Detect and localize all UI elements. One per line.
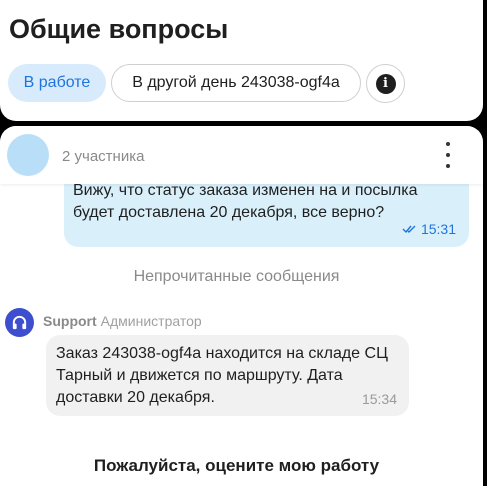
chat-panel: Вижу, что статус заказа изменен на и пос… [0, 126, 483, 486]
page-title: Общие вопросы [9, 14, 229, 44]
sender-name[interactable]: Support [43, 313, 97, 329]
incoming-message: Заказ 243038-ogf4a находится на складе С… [46, 335, 409, 416]
sender-role: Администратор [100, 313, 202, 329]
support-avatar[interactable] [5, 308, 34, 337]
chat-topic-header: Общие вопросы В работе В другой день 243… [0, 0, 483, 121]
outgoing-message-time: 15:31 [420, 221, 456, 237]
double-check-icon [402, 225, 416, 234]
incoming-message-text: Заказ 243038-ogf4a находится на складе С… [56, 345, 388, 406]
support-sender: Support Администратор [43, 313, 202, 329]
headphones-icon [12, 315, 27, 330]
more-vertical-icon-dot [446, 164, 450, 168]
status-chip[interactable]: В работе [8, 64, 106, 102]
rate-prompt: Пожалуйста, оцените мою работу [93, 456, 380, 475]
outgoing-message-meta: 15:31 [402, 221, 456, 237]
order-chip[interactable]: В другой день 243038-ogf4a [111, 64, 361, 102]
chat-header: 2 участника [0, 126, 483, 184]
unread-divider: Непрочитанные сообщения [133, 268, 340, 285]
chat-avatar[interactable] [7, 134, 49, 176]
more-vertical-icon-dot [446, 153, 450, 157]
info-icon: i [375, 73, 396, 94]
incoming-message-time: 15:34 [361, 391, 397, 407]
more-menu-button[interactable] [436, 140, 460, 170]
more-vertical-icon [446, 142, 450, 146]
info-button[interactable]: i [366, 64, 405, 103]
participants-count[interactable]: 2 участника [62, 148, 144, 165]
outgoing-message-text: Вижу, что статус заказа изменен на и пос… [73, 182, 418, 221]
